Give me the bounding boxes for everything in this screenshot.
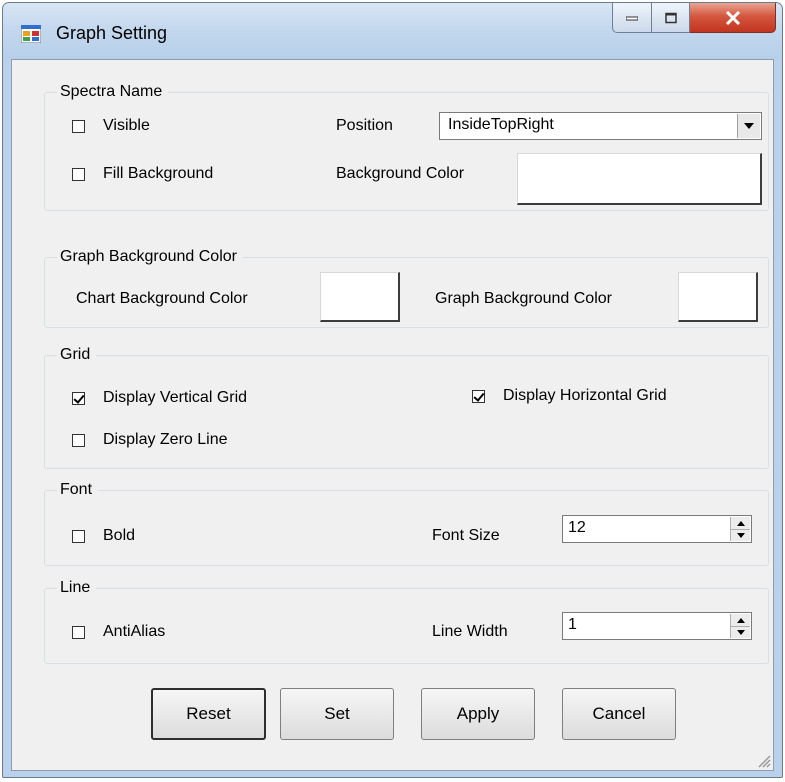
apply-button[interactable]: Apply (421, 688, 535, 740)
font-size-spin-buttons (730, 517, 750, 541)
font-size-stepper[interactable]: 12 (562, 515, 752, 543)
app-icon (21, 25, 41, 43)
cancel-button[interactable]: Cancel (562, 688, 676, 740)
fill-background-checkbox-box[interactable] (72, 167, 85, 181)
chart-background-color-button[interactable] (320, 272, 400, 322)
zero-line-checkbox[interactable]: Display Zero Line (72, 431, 228, 449)
background-color-button[interactable] (517, 153, 762, 205)
restore-icon (664, 12, 677, 23)
antialias-label: AntiAlias (103, 623, 166, 640)
line-width-label: Line Width (432, 623, 508, 640)
vertical-grid-label: Display Vertical Grid (103, 389, 248, 406)
spin-up-icon (736, 617, 745, 623)
position-select[interactable]: InsideTopRight (439, 112, 762, 140)
line-legend: Line (57, 577, 97, 599)
line-width-stepper[interactable]: 1 (562, 612, 752, 640)
line-width-decrement-button[interactable] (731, 626, 750, 638)
vertical-grid-checkbox-box[interactable] (72, 391, 85, 405)
fill-background-checkbox[interactable]: Fill Background (72, 165, 213, 183)
spin-up-icon (736, 520, 745, 526)
graph-background-legend: Graph Background Color (57, 246, 243, 268)
visible-checkbox[interactable]: Visible (72, 117, 150, 135)
horizontal-grid-label: Display Horizontal Grid (503, 387, 667, 404)
zero-line-checkbox-box[interactable] (72, 433, 85, 447)
line-width-spin-buttons (730, 614, 750, 638)
line-width-increment-button[interactable] (731, 614, 750, 626)
chevron-down-icon (744, 123, 754, 129)
antialias-checkbox[interactable]: AntiAlias (72, 623, 165, 641)
vertical-grid-checkbox[interactable]: Display Vertical Grid (72, 389, 247, 407)
zero-line-label: Display Zero Line (103, 431, 228, 448)
close-icon (725, 10, 740, 25)
spin-down-icon (736, 533, 745, 538)
reset-button[interactable]: Reset (151, 688, 266, 740)
bold-checkbox[interactable]: Bold (72, 527, 135, 545)
horizontal-grid-checkbox[interactable]: Display Horizontal Grid (472, 387, 667, 405)
graph-setting-window: Graph Setting Spectra Name Visible Posit… (2, 2, 783, 778)
close-button[interactable] (690, 3, 776, 33)
visible-label: Visible (103, 117, 150, 134)
dialog-client-area: Spectra Name Visible Position InsideTopR… (11, 59, 774, 771)
fill-background-label: Fill Background (103, 165, 214, 182)
spectra-name-legend: Spectra Name (57, 81, 169, 103)
position-label: Position (336, 117, 393, 134)
spin-down-icon (736, 630, 745, 635)
font-size-label: Font Size (432, 527, 500, 544)
bold-checkbox-box[interactable] (72, 529, 85, 543)
graph-background-color-label: Graph Background Color (435, 290, 612, 307)
minimize-icon (626, 16, 638, 20)
graph-background-color-button[interactable] (678, 272, 758, 322)
antialias-checkbox-box[interactable] (72, 625, 85, 639)
background-color-label: Background Color (336, 165, 465, 182)
grid-legend: Grid (57, 344, 97, 366)
title-bar[interactable]: Graph Setting (3, 3, 782, 59)
minimize-button[interactable] (612, 3, 652, 33)
font-size-decrement-button[interactable] (731, 529, 750, 541)
font-size-increment-button[interactable] (731, 517, 750, 529)
grid-group: Grid (44, 344, 769, 469)
set-button[interactable]: Set (280, 688, 394, 740)
line-width-value: 1 (568, 616, 577, 633)
font-size-value: 12 (568, 519, 586, 536)
window-title: Graph Setting (56, 23, 168, 43)
chart-background-color-label: Chart Background Color (76, 290, 248, 307)
maximize-button[interactable] (652, 3, 690, 33)
resize-grip-icon[interactable] (755, 752, 771, 768)
position-dropdown-button[interactable] (737, 114, 760, 138)
bold-label: Bold (103, 527, 136, 544)
position-select-value: InsideTopRight (448, 116, 554, 133)
horizontal-grid-checkbox-box[interactable] (472, 389, 485, 403)
visible-checkbox-box[interactable] (72, 119, 85, 133)
font-legend: Font (57, 479, 99, 501)
